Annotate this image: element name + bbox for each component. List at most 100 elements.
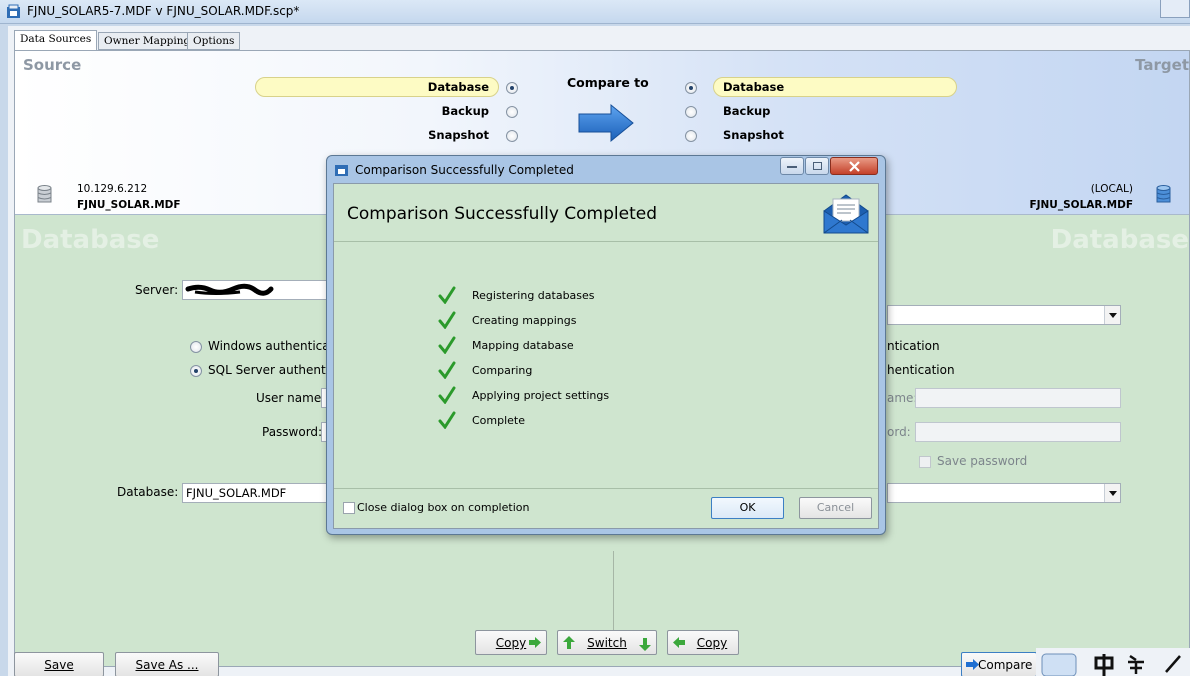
target-option-snapshot[interactable]: Snapshot: [723, 128, 784, 142]
window-title: FJNU_SOLAR5-7.MDF v FJNU_SOLAR.MDF.scp*: [27, 4, 300, 18]
compare-arrow-icon: [578, 103, 634, 143]
envelope-icon: [823, 194, 869, 234]
redacted-server-scribble: [185, 283, 274, 296]
save-as-label: Save As ...: [135, 658, 199, 672]
copy-source-to-target-button[interactable]: Copy: [475, 630, 547, 655]
checkmark-icon: [438, 411, 456, 429]
dialog-maximize-button[interactable]: [805, 157, 829, 175]
save-password-label: Save password: [937, 454, 1028, 468]
source-windows-auth-radio[interactable]: [190, 341, 202, 353]
source-sql-auth-radio[interactable]: [190, 365, 202, 377]
ok-button[interactable]: OK: [711, 497, 784, 519]
target-snapshot-radio[interactable]: [685, 130, 697, 142]
step-label: Registering databases: [472, 289, 595, 302]
compare-button[interactable]: Compare: [961, 652, 1037, 676]
window-control-button[interactable]: [1160, 0, 1190, 18]
close-on-completion-label[interactable]: Close dialog box on completion: [357, 501, 529, 514]
dialog-footer: Close dialog box on completion OK Cancel: [334, 488, 878, 528]
dialog-body: Comparison Successfully Completed Regist…: [333, 183, 879, 529]
switch-up-icon: [563, 636, 575, 649]
copy-left-label: Copy: [696, 636, 728, 650]
target-title: Target: [1135, 56, 1189, 74]
dialog-title: Comparison Successfully Completed: [355, 163, 574, 177]
target-windows-auth-label: ntication: [887, 339, 940, 353]
target-option-database[interactable]: Database: [723, 80, 784, 94]
source-server-address: 10.129.6.212: [77, 183, 148, 195]
app-icon: [7, 4, 20, 18]
target-database-select[interactable]: [887, 483, 1121, 503]
compare-arrow-small-icon: [966, 659, 979, 670]
step-item: Registering databases: [438, 286, 698, 306]
step-item: Comparing: [438, 361, 698, 381]
arrow-right-icon: [529, 637, 541, 648]
step-label: Complete: [472, 414, 526, 427]
source-database-label: Database:: [117, 485, 179, 499]
switch-button[interactable]: Switch: [557, 630, 657, 655]
source-password-label: Password:: [262, 425, 323, 439]
source-database-icon: [37, 185, 52, 203]
step-label: Applying project settings: [472, 389, 610, 402]
target-password-input[interactable]: [915, 422, 1121, 442]
tab-data-sources[interactable]: Data Sources: [14, 30, 98, 51]
checkmark-icon: [438, 336, 456, 354]
source-option-snapshot[interactable]: Snapshot: [428, 128, 489, 142]
checkmark-icon: [438, 361, 456, 379]
target-database-icon: [1156, 185, 1171, 203]
target-backup-radio[interactable]: [685, 106, 697, 118]
panel-divider: [613, 551, 614, 641]
step-label: Mapping database: [472, 339, 574, 352]
minimize-icon: [787, 166, 797, 168]
source-sql-auth-label: SQL Server authentic: [208, 363, 336, 377]
ime-toolbar-icon[interactable]: [1036, 648, 1190, 676]
source-username-label: User name:: [256, 391, 326, 405]
target-database-dropdown-icon[interactable]: [1104, 484, 1120, 502]
dialog-minimize-button[interactable]: [780, 157, 804, 175]
comparison-complete-dialog: Comparison Successfully Completed Compar…: [326, 155, 886, 535]
target-database-radio[interactable]: [685, 82, 697, 94]
source-option-backup[interactable]: Backup: [442, 104, 489, 118]
tab-owner-mapping[interactable]: Owner Mapping: [98, 32, 197, 50]
step-item: Mapping database: [438, 336, 698, 356]
dialog-close-button[interactable]: [830, 157, 878, 175]
source-option-database[interactable]: Database: [428, 80, 489, 94]
target-sql-auth-label: hentication: [887, 363, 955, 377]
source-watermark: Database: [21, 225, 160, 255]
source-title: Source: [23, 56, 82, 74]
close-icon: [849, 161, 860, 172]
maximize-icon: [813, 162, 822, 170]
save-as-button[interactable]: Save As ...: [115, 652, 219, 676]
target-watermark: Database: [1050, 225, 1189, 255]
switch-label: Switch: [587, 636, 627, 650]
save-label: Save: [44, 658, 74, 672]
compare-label: Compare: [978, 658, 1033, 672]
source-server-input[interactable]: [182, 280, 342, 300]
window-titlebar: FJNU_SOLAR5-7.MDF v FJNU_SOLAR.MDF.scp*: [0, 0, 1190, 24]
cancel-button[interactable]: Cancel: [799, 497, 872, 519]
copy-target-to-source-button[interactable]: Copy: [667, 630, 739, 655]
target-server-input[interactable]: [887, 305, 1121, 325]
save-button[interactable]: Save: [14, 652, 104, 676]
target-option-backup[interactable]: Backup: [723, 104, 770, 118]
target-username-label: ame:: [887, 391, 918, 405]
switch-down-icon: [639, 638, 651, 651]
target-server-dropdown-icon[interactable]: [1104, 306, 1120, 324]
source-snapshot-radio[interactable]: [506, 130, 518, 142]
source-windows-auth-label: Windows authenticati: [208, 339, 338, 353]
step-item: Applying project settings: [438, 386, 698, 406]
close-on-completion-checkbox[interactable]: [343, 502, 355, 514]
compare-to-label: Compare to: [567, 75, 649, 90]
target-database-name: FJNU_SOLAR.MDF: [1029, 199, 1133, 211]
step-item: Creating mappings: [438, 311, 698, 331]
save-password-checkbox[interactable]: [919, 456, 931, 468]
target-username-input[interactable]: [915, 388, 1121, 408]
target-password-label: ord:: [887, 425, 911, 439]
source-backup-radio[interactable]: [506, 106, 518, 118]
dialog-app-icon: [335, 165, 348, 176]
source-database-radio[interactable]: [506, 82, 518, 94]
checkmark-icon: [438, 286, 456, 304]
tab-options[interactable]: Options: [187, 32, 241, 50]
step-item: Complete: [438, 411, 698, 431]
source-database-select[interactable]: FJNU_SOLAR.MDF: [182, 483, 342, 503]
copy-right-label: Copy: [495, 636, 527, 650]
source-server-label: Server:: [135, 283, 179, 297]
